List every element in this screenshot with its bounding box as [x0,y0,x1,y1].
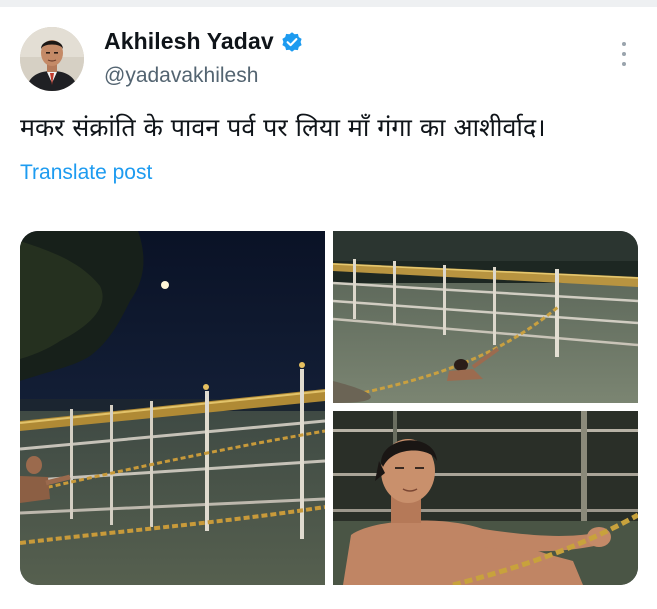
profile-avatar-icon [20,27,84,91]
media-photo-3[interactable] [333,411,638,585]
media-grid [20,231,638,585]
more-vertical-icon[interactable] [612,38,636,70]
author-name-row[interactable]: Akhilesh Yadav [104,28,303,55]
post-text: मकर संक्रांति के पावन पर्व पर लिया माँ ग… [20,113,546,142]
divider [0,0,657,7]
author-display-name[interactable]: Akhilesh Yadav [104,28,274,55]
night-river-railing-photo-icon [20,231,325,585]
media-photo-1[interactable] [20,231,325,585]
man-in-river-chain-photo-icon [333,411,638,585]
media-photo-2[interactable] [333,231,638,403]
tweet-card: Akhilesh Yadav @yadavakhilesh मकर संक्रा… [0,0,657,609]
verified-badge-icon [281,31,303,53]
translate-post-link[interactable]: Translate post [20,161,152,185]
river-bathing-railing-photo-icon [333,231,638,403]
author-handle[interactable]: @yadavakhilesh [104,64,258,88]
avatar[interactable] [20,27,84,91]
